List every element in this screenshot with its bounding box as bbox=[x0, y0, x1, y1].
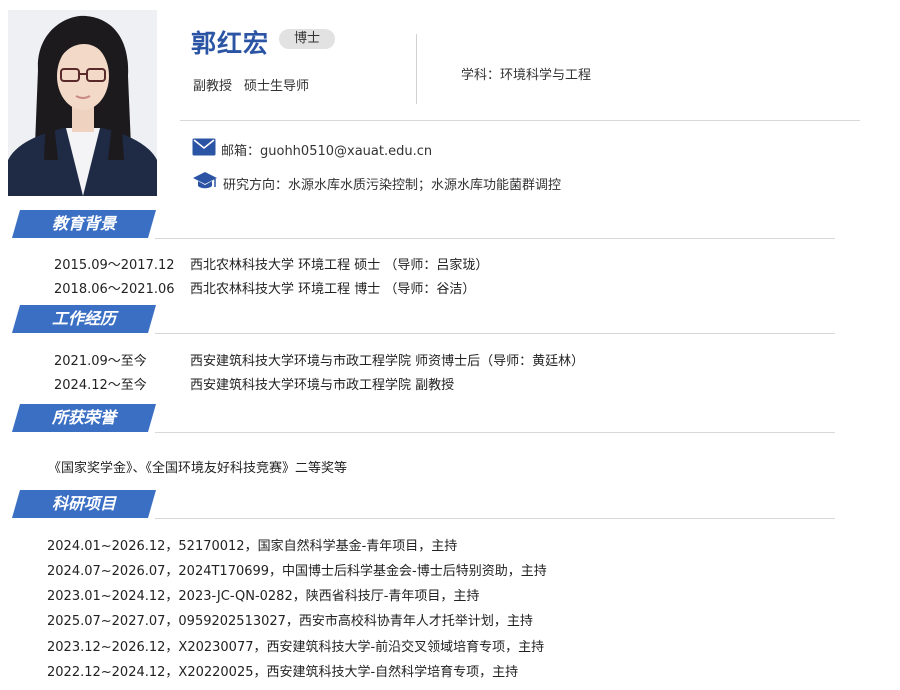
section-divider bbox=[155, 432, 835, 433]
envelope-icon bbox=[192, 138, 221, 160]
work-date: 2021.09～至今 bbox=[54, 354, 147, 369]
section-education-label: 教育背景 bbox=[51, 214, 116, 233]
profile-photo bbox=[8, 10, 157, 196]
education-item: 2018.06～2021.06 西北农林科技大学 环境工程 博士 （导师：谷洁） bbox=[54, 278, 475, 297]
education-item: 2015.09～2017.12 西北农林科技大学 环境工程 硕士 （导师：吕家珑） bbox=[54, 254, 488, 273]
supervisor-title: 硕士生导师 bbox=[244, 79, 310, 94]
research-text: 研究方向：水源水库水质污染控制；水源水库功能菌群调控 bbox=[223, 177, 562, 193]
email-text[interactable]: 邮箱：guohh0510@xauat.edu.cn bbox=[221, 140, 432, 159]
job-title: 副教授 bbox=[193, 79, 233, 94]
section-divider bbox=[155, 333, 835, 334]
project-item: 2025.07~2027.07，0959202513027，西安市高校科协青年人… bbox=[47, 614, 533, 629]
person-name: 郭红宏 bbox=[191, 29, 270, 58]
degree-badge: 博士 bbox=[279, 29, 335, 49]
section-divider bbox=[155, 238, 835, 239]
education-date: 2015.09～2017.12 bbox=[54, 258, 175, 273]
section-work-heading: 工作经历 bbox=[12, 305, 156, 333]
work-date: 2024.12～至今 bbox=[54, 378, 147, 393]
project-item: 2023.12~2026.12，X20230077，西安建筑科技大学-前沿交叉领… bbox=[47, 640, 545, 655]
work-item: 2021.09～至今 西安建筑科技大学环境与市政工程学院 师资博士后（导师：黄廷林… bbox=[54, 350, 584, 369]
section-work-label: 工作经历 bbox=[51, 309, 116, 328]
section-projects-heading: 科研项目 bbox=[12, 490, 156, 518]
section-divider bbox=[155, 518, 835, 519]
work-text: 西安建筑科技大学环境与市政工程学院 副教授 bbox=[190, 378, 455, 393]
education-text: 西北农林科技大学 环境工程 博士 （导师：谷洁） bbox=[190, 282, 476, 297]
work-text: 西安建筑科技大学环境与市政工程学院 师资博士后（导师：黄廷林） bbox=[190, 354, 585, 369]
header-divider bbox=[180, 120, 860, 121]
education-text: 西北农林科技大学 环境工程 硕士 （导师：吕家珑） bbox=[190, 258, 489, 273]
section-education-heading: 教育背景 bbox=[12, 210, 156, 238]
email-row: 邮箱：guohh0510@xauat.edu.cn bbox=[192, 138, 432, 160]
project-item: 2023.01~2024.12，2023-JC-QN-0282，陕西省科技厅-青… bbox=[47, 589, 480, 604]
graduation-cap-icon bbox=[192, 170, 223, 196]
project-item: 2022.12~2024.12，X20220025，西安建筑科技大学-自然科学培… bbox=[47, 665, 519, 680]
subject-field: 学科：环境科学与工程 bbox=[461, 68, 592, 83]
project-item: 2024.01~2026.12，52170012，国家自然科学基金-青年项目，主… bbox=[47, 539, 458, 554]
section-honors-label: 所获荣誉 bbox=[51, 408, 116, 427]
education-date: 2018.06～2021.06 bbox=[54, 282, 175, 297]
research-row: 研究方向：水源水库水质污染控制；水源水库功能菌群调控 bbox=[192, 170, 561, 196]
job-titles: 副教授 硕士生导师 bbox=[193, 75, 309, 94]
section-honors-heading: 所获荣誉 bbox=[12, 404, 156, 432]
vertical-divider bbox=[416, 34, 417, 104]
section-projects-label: 科研项目 bbox=[51, 494, 116, 513]
work-item: 2024.12～至今 西安建筑科技大学环境与市政工程学院 副教授 bbox=[54, 374, 454, 393]
honors-text: 《国家奖学金》、《全国环境友好科技竞赛》二等奖等 bbox=[48, 461, 348, 476]
project-item: 2024.07~2026.07，2024T170699，中国博士后科学基金会-博… bbox=[47, 564, 547, 579]
